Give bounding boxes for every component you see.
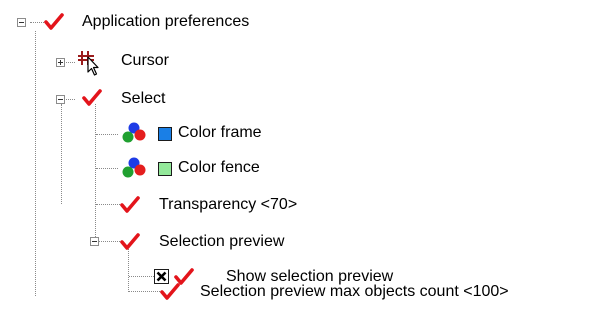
tree-line xyxy=(30,22,44,23)
tree-line xyxy=(96,168,118,169)
tree-node-selection-preview[interactable]: Selection preview xyxy=(120,229,360,255)
node-label: Select xyxy=(121,90,166,107)
node-label: Color fence xyxy=(178,159,260,176)
node-label: Selection preview xyxy=(159,233,285,250)
cursor-expand-toggle[interactable] xyxy=(56,58,65,67)
tree-node-cursor[interactable]: Cursor xyxy=(76,48,196,76)
selection-preview-collapse-toggle[interactable] xyxy=(90,237,99,246)
node-label: Color frame xyxy=(178,124,262,141)
tree-line xyxy=(129,276,154,277)
checkmark-icon xyxy=(82,89,102,106)
root-collapse-toggle[interactable] xyxy=(17,18,26,27)
select-collapse-toggle[interactable] xyxy=(56,95,65,104)
node-label: Selection preview max objects count <100… xyxy=(200,283,509,300)
node-label: Application preferences xyxy=(82,13,250,30)
tree-line xyxy=(95,104,96,241)
node-label: Cursor xyxy=(121,52,170,69)
tree-node-color-frame[interactable]: Color frame xyxy=(118,120,318,146)
color-fence-swatch[interactable] xyxy=(158,162,172,176)
checkmark-icon xyxy=(160,283,180,300)
color-frame-swatch[interactable] xyxy=(158,127,172,141)
checkmark-icon xyxy=(44,13,64,30)
preferences-tree: Application preferences Cursor Select Co… xyxy=(0,0,611,324)
tree-node-select[interactable]: Select xyxy=(82,86,202,112)
tree-line xyxy=(61,104,62,204)
tree-node-color-fence[interactable]: Color fence xyxy=(118,155,318,181)
checkmark-icon xyxy=(120,196,140,213)
tree-line xyxy=(97,241,120,242)
rgb-dots-icon xyxy=(122,157,146,178)
checkmark-icon xyxy=(120,233,140,250)
tree-node-transparency[interactable]: Transparency <70> xyxy=(120,192,360,218)
cursor-icon xyxy=(78,51,99,76)
node-label: Transparency <70> xyxy=(159,196,298,213)
tree-line xyxy=(129,291,160,292)
rgb-dots-icon xyxy=(122,122,146,143)
tree-line xyxy=(35,31,36,296)
tree-line xyxy=(96,204,120,205)
tree-node-application-preferences[interactable]: Application preferences xyxy=(44,10,314,36)
tree-line xyxy=(96,134,118,135)
tree-node-max-objects-count[interactable]: Selection preview max objects count <100… xyxy=(160,279,610,305)
